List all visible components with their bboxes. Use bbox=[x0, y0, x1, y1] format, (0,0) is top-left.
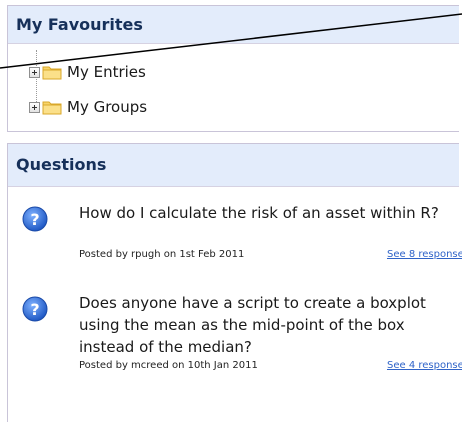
tree-item-label: My Groups bbox=[67, 98, 148, 116]
questions-title: Questions bbox=[8, 144, 459, 187]
question-mark-icon: ? bbox=[22, 206, 48, 232]
tree-item-label: My Entries bbox=[67, 63, 146, 81]
see-responses-link[interactable]: See 8 responses bbox=[387, 249, 462, 260]
questions-panel: Questions ? How do I calculate the risk … bbox=[7, 143, 462, 422]
svg-text:?: ? bbox=[30, 300, 39, 319]
question-item: ? Does anyone have a script to create a … bbox=[22, 292, 462, 387]
see-responses-link[interactable]: See 4 responses bbox=[387, 360, 462, 371]
question-item: ? How do I calculate the risk of an asse… bbox=[22, 202, 462, 277]
posted-by-text: Posted by rpugh on 1st Feb 2011 bbox=[79, 249, 245, 260]
favourites-panel: My Favourites My Entries My Groups bbox=[7, 5, 459, 132]
question-text[interactable]: How do I calculate the risk of an asset … bbox=[79, 202, 459, 224]
tree-item-my-groups[interactable]: My Groups bbox=[29, 96, 147, 118]
question-meta: Posted by mcreed on 10th Jan 2011 See 4 … bbox=[79, 360, 462, 371]
expand-icon[interactable] bbox=[29, 101, 40, 113]
question-text[interactable]: Does anyone have a script to create a bo… bbox=[79, 292, 459, 358]
expand-icon[interactable] bbox=[29, 66, 40, 78]
tree-item-my-entries[interactable]: My Entries bbox=[29, 61, 146, 83]
folder-icon bbox=[42, 66, 62, 80]
question-mark-icon: ? bbox=[22, 296, 48, 322]
favourites-title: My Favourites bbox=[8, 6, 459, 44]
svg-text:?: ? bbox=[30, 210, 39, 229]
folder-icon bbox=[42, 101, 62, 115]
posted-by-text: Posted by mcreed on 10th Jan 2011 bbox=[79, 360, 258, 371]
question-meta: Posted by rpugh on 1st Feb 2011 See 8 re… bbox=[79, 249, 462, 260]
